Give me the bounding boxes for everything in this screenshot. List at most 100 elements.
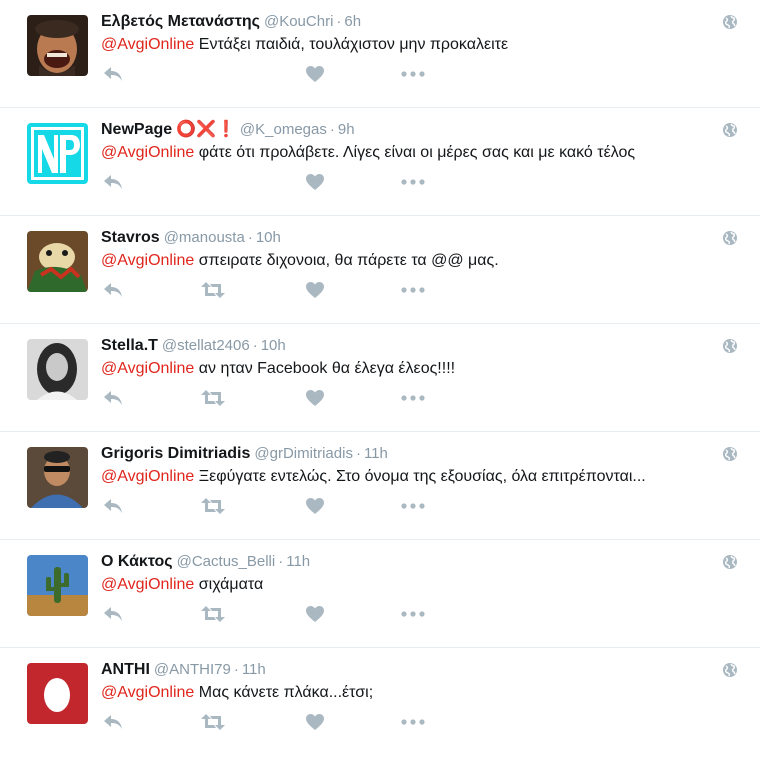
woman-portrait-avatar[interactable] bbox=[27, 339, 88, 400]
tweet-timestamp[interactable]: 11h bbox=[242, 661, 266, 678]
more-options-icon[interactable] bbox=[401, 603, 425, 625]
mention-link[interactable]: @AvgiOnline bbox=[101, 36, 194, 53]
author-handle[interactable]: @KouChri bbox=[264, 13, 333, 30]
more-options-icon[interactable] bbox=[401, 63, 425, 85]
cactus-landscape-avatar[interactable] bbox=[27, 555, 88, 616]
tweet-body: αν ηταν Facebook θα έλεγα έλεος!!!! bbox=[194, 360, 456, 377]
tweet-header: Ελβετός Μετανάστης @KouChri · 6h bbox=[101, 11, 361, 33]
more-options-icon[interactable] bbox=[401, 279, 425, 301]
heart-icon[interactable] bbox=[303, 171, 327, 193]
separator-dot: · bbox=[329, 121, 335, 138]
author-handle[interactable]: @grDimitriadis bbox=[254, 445, 353, 462]
tweet-timestamp[interactable]: 6h bbox=[344, 13, 361, 30]
mention-link[interactable]: @AvgiOnline bbox=[101, 576, 194, 593]
tweet-body: Ξεφύγατε εντελώς. Στο όνομα της εξουσίας… bbox=[194, 468, 646, 485]
separator-dot: · bbox=[355, 445, 361, 462]
author-name[interactable]: NewPage bbox=[101, 121, 172, 138]
tweet-item: Grigoris Dimitriadis @grDimitriadis · 11h @… bbox=[0, 432, 760, 540]
tweet-item: Stavros @manousta · 10h @AvgiOnline σπειρατ… bbox=[0, 216, 760, 324]
author-handle[interactable]: @Cactus_Belli bbox=[177, 553, 276, 570]
tweet-header: Ο Κάκτος @Cactus_Belli · 11h bbox=[101, 551, 310, 573]
more-options-icon[interactable] bbox=[401, 711, 425, 733]
heart-icon[interactable] bbox=[303, 711, 327, 733]
tweet-text: @AvgiOnline αν ηταν Facebook θα έλεγα έλ… bbox=[101, 358, 455, 380]
retweet-icon[interactable] bbox=[201, 495, 225, 517]
tweet-actions bbox=[101, 603, 441, 625]
heart-icon[interactable] bbox=[303, 495, 327, 517]
tweet-text: @AvgiOnline Εντάξει παιδιά, τουλάχιστον … bbox=[101, 34, 508, 56]
heart-icon[interactable] bbox=[303, 279, 327, 301]
tweet-item: Ελβετός Μετανάστης @KouChri · 6h @AvgiOnlin… bbox=[0, 0, 760, 108]
author-handle[interactable]: @manousta bbox=[164, 229, 245, 246]
plush-toy-avatar[interactable] bbox=[27, 231, 88, 292]
separator-dot: · bbox=[233, 661, 239, 678]
reply-icon[interactable] bbox=[101, 171, 125, 193]
globe-icon bbox=[722, 446, 738, 462]
globe-icon bbox=[722, 122, 738, 138]
man-sunglasses-avatar[interactable] bbox=[27, 447, 88, 508]
more-options-icon[interactable] bbox=[401, 495, 425, 517]
tweet-body: Μας κάνετε πλάκα...έτσι; bbox=[194, 684, 374, 701]
author-handle[interactable]: @ANTHI79 bbox=[154, 661, 231, 678]
reply-icon[interactable] bbox=[101, 387, 125, 409]
separator-dot: · bbox=[336, 13, 342, 30]
heart-icon[interactable] bbox=[303, 603, 327, 625]
retweet-icon[interactable] bbox=[201, 387, 225, 409]
tweet-text: @AvgiOnline σπειρατε διχονοια, θα πάρετε… bbox=[101, 250, 499, 272]
tweet-timestamp[interactable]: 10h bbox=[261, 337, 286, 354]
globe-icon bbox=[722, 230, 738, 246]
tweet-timestamp[interactable]: 10h bbox=[256, 229, 281, 246]
heart-icon[interactable] bbox=[303, 63, 327, 85]
more-options-icon[interactable] bbox=[401, 171, 425, 193]
reply-icon[interactable] bbox=[101, 711, 125, 733]
author-name[interactable]: Ελβετός Μετανάστης bbox=[101, 13, 260, 30]
tweet-item: Ο Κάκτος @Cactus_Belli · 11h @AvgiOnline σι… bbox=[0, 540, 760, 648]
retweet-icon[interactable] bbox=[201, 711, 225, 733]
author-name[interactable]: Stella.T bbox=[101, 337, 158, 354]
mention-link[interactable]: @AvgiOnline bbox=[101, 252, 194, 269]
tweet-text: @AvgiOnline σιχάματα bbox=[101, 574, 263, 596]
author-name[interactable]: Ο Κάκτος bbox=[101, 553, 173, 570]
egg-default-avatar[interactable] bbox=[27, 663, 88, 724]
tweet-timestamp[interactable]: 9h bbox=[338, 121, 355, 138]
globe-icon bbox=[722, 338, 738, 354]
tweet-item: Stella.T @stellat2406 · 10h @AvgiOnline αν … bbox=[0, 324, 760, 432]
tweet-feed: Ελβετός Μετανάστης @KouChri · 6h @AvgiOnlin… bbox=[0, 0, 760, 756]
separator-dot: · bbox=[278, 553, 284, 570]
reply-icon[interactable] bbox=[101, 495, 125, 517]
tweet-body: Εντάξει παιδιά, τουλάχιστον μην προκαλει… bbox=[194, 36, 509, 53]
author-handle[interactable]: @stellat2406 bbox=[162, 337, 250, 354]
tweet-timestamp[interactable]: 11h bbox=[364, 445, 388, 462]
reply-icon[interactable] bbox=[101, 63, 125, 85]
tweet-text: @AvgiOnline φάτε ότι προλάβετε. Λίγες εί… bbox=[101, 142, 635, 164]
mention-link[interactable]: @AvgiOnline bbox=[101, 468, 194, 485]
tweet-item: ANTHI @ANTHI79 · 11h @AvgiOnline Μας κάνετε… bbox=[0, 648, 760, 756]
tweet-body: φάτε ότι προλάβετε. Λίγες είναι οι μέρες… bbox=[194, 144, 636, 161]
globe-icon bbox=[722, 14, 738, 30]
reply-icon[interactable] bbox=[101, 603, 125, 625]
tweet-text: @AvgiOnline Μας κάνετε πλάκα...έτσι; bbox=[101, 682, 373, 704]
mention-link[interactable]: @AvgiOnline bbox=[101, 360, 194, 377]
tweet-actions bbox=[101, 171, 441, 193]
reply-icon[interactable] bbox=[101, 279, 125, 301]
tweet-header: NewPage ⭕❌❗ @K_omegas · 9h bbox=[101, 119, 355, 141]
tweet-header: Stavros @manousta · 10h bbox=[101, 227, 281, 249]
laughing-man-avatar[interactable] bbox=[27, 15, 88, 76]
tweet-body: σπειρατε διχονοια, θα πάρετε τα @@ μας. bbox=[194, 252, 499, 269]
author-name[interactable]: Grigoris Dimitriadis bbox=[101, 445, 250, 462]
tweet-timestamp[interactable]: 11h bbox=[286, 553, 310, 570]
tweet-actions bbox=[101, 63, 441, 85]
author-handle[interactable]: @K_omegas bbox=[240, 121, 327, 138]
more-options-icon[interactable] bbox=[401, 387, 425, 409]
tweet-actions bbox=[101, 387, 441, 409]
globe-icon bbox=[722, 554, 738, 570]
author-name-emoji: ⭕❌❗ bbox=[176, 121, 236, 138]
author-name[interactable]: ANTHI bbox=[101, 661, 150, 678]
heart-icon[interactable] bbox=[303, 387, 327, 409]
np-logo-avatar[interactable] bbox=[27, 123, 88, 184]
author-name[interactable]: Stavros bbox=[101, 229, 160, 246]
retweet-icon[interactable] bbox=[201, 279, 225, 301]
mention-link[interactable]: @AvgiOnline bbox=[101, 144, 194, 161]
mention-link[interactable]: @AvgiOnline bbox=[101, 684, 194, 701]
retweet-icon[interactable] bbox=[201, 603, 225, 625]
